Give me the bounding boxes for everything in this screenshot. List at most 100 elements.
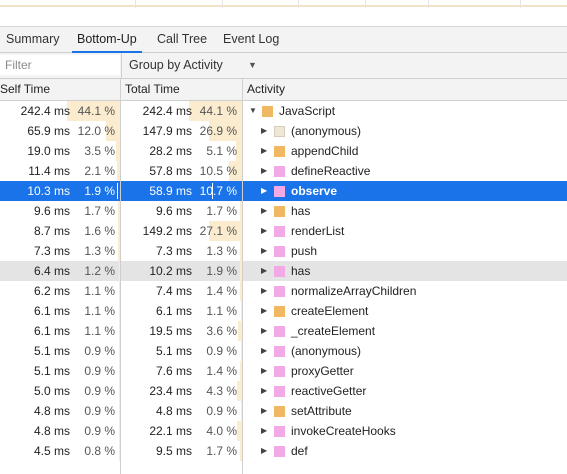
total-time-percent: 1.9 % [206,264,237,278]
expand-arrow-right-icon[interactable]: ▶ [261,161,267,181]
self-time-percent: 1.1 % [84,284,115,298]
tree-row[interactable]: 4.8 ms 0.9 % 4.8 ms 0.9 % ▶ setAttribute [0,401,567,421]
self-time-ms: 8.7 ms [33,224,70,238]
self-time-percent: 0.9 % [84,384,115,398]
total-time-percent: 4.3 % [206,384,237,398]
group-by-dropdown[interactable]: Group by Activity [129,53,223,78]
expand-arrow-right-icon[interactable]: ▶ [261,121,267,141]
tab-event-log[interactable]: Event Log [223,27,279,52]
self-time-percent: 1.6 % [84,224,115,238]
self-time-percent: 0.9 % [84,344,115,358]
expand-arrow-right-icon[interactable]: ▶ [261,421,267,441]
total-time-ms: 7.4 ms [155,284,192,298]
timeline-tick [428,0,429,8]
tab-bottom-up[interactable]: Bottom-Up [72,27,142,53]
category-color-icon [274,266,285,277]
expand-arrow-right-icon[interactable]: ▶ [261,141,267,161]
tree-row[interactable]: 19.0 ms 3.5 % 28.2 ms 5.1 % ▶ appendChild [0,141,567,161]
activity-name: setAttribute [291,404,352,418]
total-time-ms: 58.9 ms [149,184,192,198]
activity-name: proxyGetter [291,364,354,378]
column-divider[interactable] [120,79,121,474]
total-time-ms: 7.6 ms [155,364,192,378]
tab-summary[interactable]: Summary [6,27,59,52]
column-header-row: Self Time Total Time Activity [0,79,567,101]
total-time-ms: 6.1 ms [155,304,192,318]
total-time-ms: 9.5 ms [155,444,192,458]
self-time-ms: 7.3 ms [33,244,70,258]
expand-arrow-right-icon[interactable]: ▶ [261,181,267,201]
self-time-percent: 0.9 % [84,404,115,418]
total-time-ms: 23.4 ms [149,384,192,398]
category-color-icon [274,366,285,377]
tree-row[interactable]: 65.9 ms 12.0 % 147.9 ms 26.9 % ▶ (anonymous) [0,121,567,141]
expand-arrow-down-icon[interactable]: ▼ [249,101,257,121]
tree-row[interactable]: 10.3 ms 1.9 % 58.9 ms 10.7 % ▶ observe [0,181,567,201]
column-header-activity[interactable]: Activity [247,79,285,100]
total-time-percent: 10.7 % [199,184,237,198]
total-time-ms: 5.1 ms [155,344,192,358]
self-time-ms: 65.9 ms [27,124,70,138]
self-time-percent: 1.1 % [84,304,115,318]
tab-call-tree[interactable]: Call Tree [157,27,207,52]
tree-row[interactable]: 8.7 ms 1.6 % 149.2 ms 27.1 % ▶ renderList [0,221,567,241]
tree-row[interactable]: 5.1 ms 0.9 % 7.6 ms 1.4 % ▶ proxyGetter [0,361,567,381]
filter-input[interactable] [0,55,120,75]
column-divider[interactable] [242,79,243,474]
expand-arrow-right-icon[interactable]: ▶ [261,241,267,261]
expand-arrow-right-icon[interactable]: ▶ [261,281,267,301]
self-time-ms: 6.1 ms [33,304,70,318]
category-color-icon [274,186,285,197]
expand-arrow-right-icon[interactable]: ▶ [261,401,267,421]
expand-arrow-right-icon[interactable]: ▶ [261,221,267,241]
self-time-percent: 0.9 % [84,424,115,438]
tree-row[interactable]: 5.1 ms 0.9 % 5.1 ms 0.9 % ▶ (anonymous) [0,341,567,361]
tree-row[interactable]: 4.5 ms 0.8 % 9.5 ms 1.7 % ▶ def [0,441,567,461]
expand-arrow-right-icon[interactable]: ▶ [261,261,267,281]
tree-row[interactable]: 5.0 ms 0.9 % 23.4 ms 4.3 % ▶ reactiveGetter [0,381,567,401]
category-color-icon [274,426,285,437]
column-header-total-time[interactable]: Total Time [125,79,180,100]
self-time-percent: 44.1 % [77,104,115,118]
total-time-ms: 7.3 ms [155,244,192,258]
tree-row[interactable]: 4.8 ms 0.9 % 22.1 ms 4.0 % ▶ invokeCreateHook… [0,421,567,441]
tree-row[interactable]: 7.3 ms 1.3 % 7.3 ms 1.3 % ▶ push [0,241,567,261]
total-time-percent: 4.0 % [206,424,237,438]
expand-arrow-right-icon[interactable]: ▶ [261,441,267,461]
total-time-percent: 1.1 % [206,304,237,318]
self-time-ms: 9.6 ms [33,204,70,218]
tree-row[interactable]: 6.1 ms 1.1 % 6.1 ms 1.1 % ▶ createElement [0,301,567,321]
column-header-self-time[interactable]: Self Time [0,79,50,100]
expand-arrow-right-icon[interactable]: ▶ [261,341,267,361]
timeline-tick [135,0,136,8]
filter-toolbar: Group by Activity ▼ [0,53,567,79]
category-color-icon [274,446,285,457]
total-time-ms: 149.2 ms [142,224,192,238]
tree-row[interactable]: 9.6 ms 1.7 % 9.6 ms 1.7 % ▶ has [0,201,567,221]
self-time-ms: 11.4 ms [28,164,70,178]
activity-name: appendChild [291,144,359,158]
tree-row[interactable]: 242.4 ms 44.1 % 242.4 ms 44.1 % ▼ JavaScript [0,101,567,121]
category-color-icon [274,206,285,217]
tree-row[interactable]: 11.4 ms 2.1 % 57.8 ms 10.5 % ▶ defineReactive [0,161,567,181]
category-color-icon [274,386,285,397]
expand-arrow-right-icon[interactable]: ▶ [261,321,267,341]
total-time-percent: 1.7 % [206,444,237,458]
column-resize-marker [212,183,213,199]
expand-arrow-right-icon[interactable]: ▶ [261,301,267,321]
category-color-icon [274,326,285,337]
category-color-icon [274,126,285,137]
expand-arrow-right-icon[interactable]: ▶ [261,201,267,221]
self-time-ms: 5.1 ms [33,364,70,378]
expand-arrow-right-icon[interactable]: ▶ [261,361,267,381]
expand-arrow-right-icon[interactable]: ▶ [261,381,267,401]
activity-name: reactiveGetter [291,384,367,398]
tree-row[interactable]: 6.4 ms 1.2 % 10.2 ms 1.9 % ▶ has [0,261,567,281]
activity-name: JavaScript [279,104,336,118]
chevron-down-icon[interactable]: ▼ [248,53,257,78]
total-time-ms: 9.6 ms [155,204,192,218]
self-time-percent: 12.0 % [77,124,115,138]
tree-row[interactable]: 6.1 ms 1.1 % 19.5 ms 3.6 % ▶ _createElement [0,321,567,341]
category-color-icon [274,146,285,157]
tree-row[interactable]: 6.2 ms 1.1 % 7.4 ms 1.4 % ▶ normalizeArrayChi… [0,281,567,301]
